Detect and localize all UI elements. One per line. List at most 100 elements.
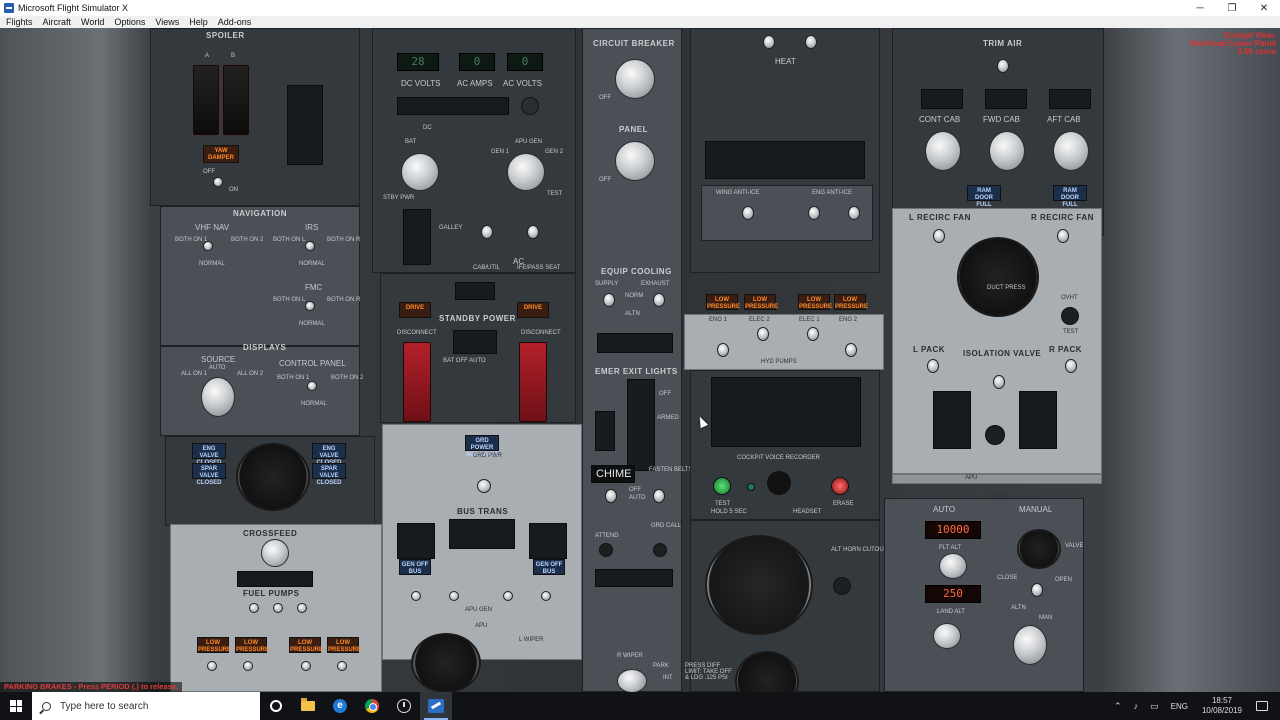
apu-gen-switch-2[interactable] xyxy=(503,591,513,601)
r-recirc-fan-switch[interactable] xyxy=(1057,229,1069,243)
cvr-erase-button[interactable] xyxy=(831,477,849,495)
cockpit-viewport[interactable]: SPOILER A B YAW DAMPER OFF ON NAVIGATION… xyxy=(0,28,1280,692)
fuel-pump-switch-7[interactable] xyxy=(337,661,347,671)
heat-switch-2[interactable] xyxy=(805,35,817,49)
fuel-pump-switch-6[interactable] xyxy=(301,661,311,671)
spoiler-a-guard[interactable] xyxy=(193,65,219,135)
crossfeed-selector[interactable] xyxy=(261,539,289,567)
flt-alt-knob[interactable] xyxy=(939,553,967,579)
gen1-switch[interactable] xyxy=(411,591,421,601)
hyd-eng1-switch[interactable] xyxy=(717,343,729,357)
circuit-breaker-dimmer[interactable] xyxy=(615,59,655,99)
menu-add-ons[interactable]: Add-ons xyxy=(218,17,252,27)
edge-button[interactable]: e xyxy=(324,692,356,720)
cvr-headset-jack[interactable] xyxy=(767,471,791,495)
control-panel-switch[interactable] xyxy=(307,381,317,391)
trim-air-switch[interactable] xyxy=(997,59,1009,73)
l-recirc-fan-switch[interactable] xyxy=(933,229,945,243)
pressurization-mode-knob[interactable] xyxy=(1013,625,1047,665)
menu-world[interactable]: World xyxy=(81,17,104,27)
aft-cab-temp-knob[interactable] xyxy=(1053,131,1089,171)
fwd-cab-temp-knob[interactable] xyxy=(989,131,1025,171)
eng-anti-ice-switch-1[interactable] xyxy=(808,206,820,220)
yaw-damper-switch[interactable] xyxy=(213,177,223,187)
start-button[interactable] xyxy=(0,692,32,720)
menu-flights[interactable]: Flights xyxy=(6,17,33,27)
fuel-pump-switch-5[interactable] xyxy=(243,661,253,671)
cab-util-label: CAB/UTIL xyxy=(473,265,501,271)
hyd-elec1-switch[interactable] xyxy=(807,327,819,341)
master-caution-button[interactable] xyxy=(521,97,539,115)
l-pack-switch[interactable] xyxy=(927,359,939,373)
r-pack-switch[interactable] xyxy=(1065,359,1077,373)
task-view-button[interactable] xyxy=(260,692,292,720)
fasten-belts-switch[interactable] xyxy=(653,489,665,503)
fuel-pump-switch-2[interactable] xyxy=(273,603,283,613)
vhf-nav-switch[interactable] xyxy=(203,241,213,251)
flight-simulator-button[interactable] xyxy=(420,692,452,720)
outflow-valve-switch[interactable] xyxy=(1031,583,1043,597)
fmc-switch[interactable] xyxy=(305,301,315,311)
restore-button[interactable]: ❐ xyxy=(1216,0,1248,16)
taskbar-search[interactable]: Type here to search xyxy=(32,692,260,720)
close-button[interactable]: ✕ xyxy=(1248,0,1280,16)
window-titlebar[interactable]: Microsoft Flight Simulator X ─ ❐ ✕ xyxy=(0,0,1280,16)
menu-options[interactable]: Options xyxy=(114,17,145,27)
apu-gen-switch-1[interactable] xyxy=(449,591,459,601)
spoiler-b-guard[interactable] xyxy=(223,65,249,135)
norm-label: NORM xyxy=(625,293,644,299)
r-wiper-knob[interactable] xyxy=(617,669,647,692)
source-selector-knob[interactable] xyxy=(201,377,235,417)
ground-power-switch[interactable] xyxy=(477,479,491,493)
hyd-eng2-switch[interactable] xyxy=(845,343,857,357)
cab-util-switch[interactable] xyxy=(481,225,493,239)
fuel-pump-switch-4[interactable] xyxy=(207,661,217,671)
chevron-up-icon[interactable]: ⌃ xyxy=(1114,701,1122,712)
hyd-elec2-switch[interactable] xyxy=(757,327,769,341)
standby-power-switch[interactable] xyxy=(453,330,497,354)
isolation-valve-label: ISOLATION VALVE xyxy=(963,349,1042,358)
gen2-switch[interactable] xyxy=(541,591,551,601)
menu-views[interactable]: Views xyxy=(155,17,179,27)
irs-switch[interactable] xyxy=(305,241,315,251)
disconnect-1-guard[interactable] xyxy=(403,342,431,422)
cont-cab-temp-knob[interactable] xyxy=(925,131,961,171)
alt-horn-cutout-button[interactable] xyxy=(833,577,851,595)
file-explorer-button[interactable] xyxy=(292,692,324,720)
no-smoking-switch[interactable] xyxy=(605,489,617,503)
ac-meters-selector[interactable] xyxy=(507,153,545,191)
menu-help[interactable]: Help xyxy=(189,17,208,27)
minimize-button[interactable]: ─ xyxy=(1184,0,1216,16)
menu-aircraft[interactable]: Aircraft xyxy=(43,17,72,27)
emer-exit-guard[interactable] xyxy=(627,379,655,471)
dc-meters-selector[interactable] xyxy=(401,153,439,191)
ife-pass-seat-switch[interactable] xyxy=(527,225,539,239)
grd-call-button[interactable] xyxy=(653,543,667,557)
attend-call-button[interactable] xyxy=(599,543,613,557)
search-icon xyxy=(42,701,51,711)
land-alt-knob[interactable] xyxy=(933,623,961,649)
bus-trans-guard[interactable] xyxy=(449,519,515,549)
ovht-test-button[interactable] xyxy=(1061,307,1079,325)
dc-label: DC xyxy=(423,125,432,131)
volume-icon[interactable]: ♪ xyxy=(1134,701,1139,711)
equip-supply-switch[interactable] xyxy=(603,293,615,307)
trip-reset-button[interactable] xyxy=(985,425,1005,445)
panel-dimmer-knob[interactable] xyxy=(615,141,655,181)
eng-anti-ice-switch-2[interactable] xyxy=(848,206,860,220)
clock-app-button[interactable] xyxy=(388,692,420,720)
heat-switch-1[interactable] xyxy=(763,35,775,49)
battery-switch-guard[interactable] xyxy=(403,209,431,265)
fuel-pump-switch-1[interactable] xyxy=(249,603,259,613)
fuel-pump-switch-3[interactable] xyxy=(297,603,307,613)
notification-icon[interactable] xyxy=(1256,701,1268,711)
cvr-test-button[interactable] xyxy=(713,477,731,495)
taskbar-clock[interactable]: 18:57 10/08/2019 xyxy=(1202,696,1242,716)
equip-exhaust-switch[interactable] xyxy=(653,293,665,307)
network-icon[interactable]: ▭ xyxy=(1150,701,1159,712)
wing-anti-ice-switch[interactable] xyxy=(742,206,754,220)
disconnect-2-guard[interactable] xyxy=(519,342,547,422)
isolation-valve-switch[interactable] xyxy=(993,375,1005,389)
language-indicator[interactable]: ENG xyxy=(1171,702,1188,711)
chrome-button[interactable] xyxy=(356,692,388,720)
